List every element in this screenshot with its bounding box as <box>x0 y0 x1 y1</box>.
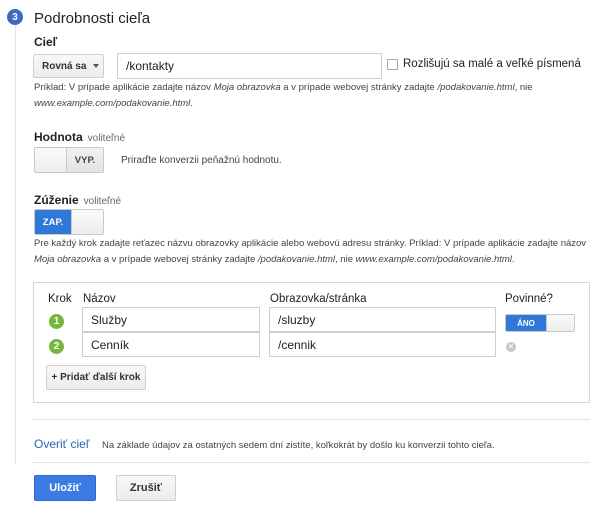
case-sensitive-label: Rozlišujú sa malé a veľké písmená <box>403 58 581 70</box>
goal-value-text: /kontakty <box>126 59 175 73</box>
required-toggle[interactable]: ÁNO <box>505 314 575 332</box>
funnel-optional-label: voliteľné <box>83 196 122 207</box>
match-type-select[interactable]: Rovná sa <box>33 54 104 78</box>
remove-step-icon[interactable]: ✕ <box>506 342 516 352</box>
step-name-input[interactable]: Služby <box>82 307 260 332</box>
column-header-screen: Obrazovka/stránka <box>270 293 367 305</box>
match-type-value: Rovná sa <box>42 60 87 72</box>
value-heading: Hodnota voliteľné <box>34 130 125 144</box>
section-timeline-line <box>15 24 16 464</box>
goal-value-input[interactable]: /kontakty <box>117 53 382 79</box>
step-screen-input[interactable]: /sluzby <box>269 307 496 332</box>
step-name-value: Cenník <box>91 337 130 352</box>
column-header-required: Povinné? <box>505 293 553 305</box>
step-screen-value: /cennik <box>278 337 317 352</box>
funnel-toggle-label: ZAP. <box>35 210 71 234</box>
value-description: Priraďte konverzii peňažnú hodnotu. <box>121 155 282 166</box>
save-button[interactable]: Uložiť <box>34 475 96 501</box>
step-name-value: Služby <box>91 312 128 327</box>
step-name-input[interactable]: Cenník <box>82 332 260 357</box>
step-screen-input[interactable]: /cennik <box>269 332 496 357</box>
verify-description: Na základe údajov za ostatných sedem dní… <box>102 440 495 451</box>
toggle-knob <box>35 148 67 172</box>
section-step-number: 3 <box>7 9 23 25</box>
column-header-step: Krok <box>48 293 72 305</box>
required-toggle-label: ÁNO <box>506 315 546 331</box>
toggle-knob <box>71 210 103 234</box>
value-toggle-label: VYP. <box>67 148 103 172</box>
value-toggle[interactable]: VYP. <box>34 147 104 173</box>
funnel-hint: Pre každý krok zadajte reťazec názvu obr… <box>34 238 587 265</box>
toggle-knob <box>546 315 574 331</box>
goal-hint: Príklad: V prípade aplikácie zadajte náz… <box>34 82 533 109</box>
value-label: Hodnota <box>34 130 83 144</box>
step-number-badge: 1 <box>49 314 64 329</box>
divider <box>33 419 590 420</box>
step-screen-value: /sluzby <box>278 312 316 327</box>
funnel-heading: Zúženie voliteľné <box>34 193 121 207</box>
add-step-button[interactable]: + Pridať ďalší krok <box>46 365 146 390</box>
goal-label: Cieľ <box>34 35 58 49</box>
section-title: Podrobnosti cieľa <box>34 10 151 27</box>
cancel-button[interactable]: Zrušiť <box>116 475 176 501</box>
value-optional-label: voliteľné <box>87 133 126 144</box>
funnel-label: Zúženie <box>34 193 79 207</box>
chevron-down-icon <box>93 64 100 68</box>
divider <box>33 462 590 463</box>
funnel-steps-panel: Krok Názov Obrazovka/stránka Povinné? 1 … <box>33 282 590 403</box>
column-header-name: Názov <box>83 293 116 305</box>
verify-goal-link[interactable]: Overiť cieľ <box>34 437 89 451</box>
case-sensitive-checkbox[interactable] <box>387 59 398 70</box>
funnel-toggle[interactable]: ZAP. <box>34 209 104 235</box>
step-number-badge: 2 <box>49 339 64 354</box>
